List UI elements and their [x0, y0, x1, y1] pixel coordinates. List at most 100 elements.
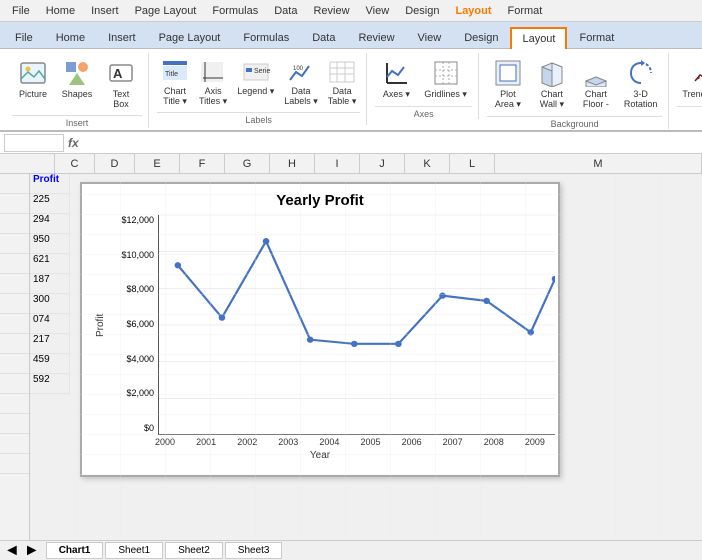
cell-621[interactable]: 621: [30, 254, 70, 274]
cell-225[interactable]: 225: [30, 194, 70, 214]
cell-300[interactable]: 300: [30, 294, 70, 314]
menu-page-layout[interactable]: Page Layout: [127, 3, 205, 19]
menu-format[interactable]: Format: [500, 3, 551, 19]
cell-592[interactable]: 592: [30, 374, 70, 394]
tab-layout[interactable]: Layout: [510, 27, 567, 49]
button-chart-title[interactable]: Title ChartTitle ▾: [157, 55, 193, 110]
row-header-8: [0, 314, 29, 334]
menu-design[interactable]: Design: [397, 3, 447, 19]
button-data-labels[interactable]: 100 DataLabels ▾: [280, 55, 322, 110]
trendline-icon: [690, 57, 702, 89]
row-header-11: [0, 374, 29, 394]
ribbon-group-labels: Title ChartTitle ▾ AxisTitles ▾ Series L…: [151, 53, 367, 125]
col-header-l: L: [450, 154, 495, 173]
tab-home[interactable]: Home: [45, 27, 96, 48]
sheet-body: Profit 225 294 950 621 187 300 074 217 4…: [0, 174, 702, 540]
cell-950[interactable]: 950: [30, 234, 70, 254]
menu-review[interactable]: Review: [305, 3, 357, 19]
button-3d-rotation[interactable]: 3-DRotation: [619, 53, 663, 113]
textbox-icon: A: [105, 57, 137, 89]
col-header-e: E: [135, 154, 180, 173]
button-data-table[interactable]: DataTable ▾: [324, 55, 361, 110]
dot-2002: [263, 238, 270, 244]
formula-bar: fx: [0, 132, 702, 154]
button-chart-floor[interactable]: ChartFloor -: [575, 53, 617, 113]
tab-format[interactable]: Format: [568, 27, 625, 48]
tab-review[interactable]: Review: [347, 27, 405, 48]
button-gridlines[interactable]: Gridlines ▾: [419, 53, 472, 104]
plot-area-label: PlotArea ▾: [495, 89, 521, 110]
menu-data[interactable]: Data: [266, 3, 305, 19]
button-legend[interactable]: Series Legend ▾: [233, 55, 278, 100]
picture-label: Picture: [19, 89, 47, 99]
button-axes[interactable]: Axes ▾: [375, 53, 417, 104]
button-axis-titles[interactable]: AxisTitles ▾: [195, 55, 231, 110]
scroll-tabs-right[interactable]: ►: [24, 542, 40, 560]
dot-2006: [439, 293, 446, 299]
menu-view[interactable]: View: [358, 3, 398, 19]
cell-217[interactable]: 217: [30, 334, 70, 354]
ribbon: File Home Insert Page Layout Formulas Da…: [0, 22, 702, 132]
button-shapes[interactable]: Shapes: [56, 53, 98, 103]
cell-459[interactable]: 459: [30, 354, 70, 374]
row-header-4: [0, 234, 29, 254]
x-label-2005: 2005: [360, 437, 380, 447]
tab-insert[interactable]: Insert: [97, 27, 147, 48]
cell-column-c: Profit 225 294 950 621 187 300 074 217 4…: [30, 174, 70, 394]
button-plot-area[interactable]: PlotArea ▾: [487, 53, 529, 114]
tab-design[interactable]: Design: [453, 27, 509, 48]
chart-container[interactable]: Yearly Profit Profit $12,000 $10,000 $8,…: [80, 182, 560, 477]
button-textbox[interactable]: A TextBox: [100, 53, 142, 113]
menu-file[interactable]: File: [4, 3, 38, 19]
tab-page-layout[interactable]: Page Layout: [148, 27, 232, 48]
scroll-tabs-left[interactable]: ◄: [4, 542, 20, 560]
tab-sheet1[interactable]: Sheet1: [105, 542, 163, 559]
dot-2005: [395, 341, 402, 347]
data-labels-label: DataLabels ▾: [284, 86, 318, 107]
formula-input[interactable]: [83, 137, 698, 149]
tab-formulas[interactable]: Formulas: [232, 27, 300, 48]
main-area: C D E F G H I J K L M: [0, 154, 702, 540]
dot-2000: [175, 262, 182, 268]
row-header-2: [0, 194, 29, 214]
dot-2009: [552, 276, 555, 282]
tab-chart1[interactable]: Chart1: [46, 542, 104, 559]
cell-074[interactable]: 074: [30, 314, 70, 334]
row-header-5: [0, 254, 29, 274]
chart-wall-icon: [536, 57, 568, 89]
ribbon-group-background: PlotArea ▾ ChartWall ▾ ChartFloor -: [481, 53, 670, 129]
tab-view[interactable]: View: [407, 27, 453, 48]
row-header-3: [0, 214, 29, 234]
col-header-i: I: [315, 154, 360, 173]
menu-home[interactable]: Home: [38, 3, 83, 19]
tab-data[interactable]: Data: [301, 27, 346, 48]
row-header-7: [0, 294, 29, 314]
dot-2001: [219, 315, 226, 321]
col-header-c: C: [55, 154, 95, 173]
cell-profit[interactable]: Profit: [30, 174, 70, 194]
data-table-icon: [328, 58, 356, 86]
button-chart-wall[interactable]: ChartWall ▾: [531, 53, 573, 114]
background-group-label: Background: [487, 116, 663, 129]
tab-sheet3[interactable]: Sheet3: [225, 542, 283, 559]
col-header-corner: [0, 154, 55, 173]
menu-insert[interactable]: Insert: [83, 3, 127, 19]
y-ticks: $12,000 $10,000 $8,000 $6,000 $4,000 $2,…: [113, 215, 158, 435]
tab-file[interactable]: File: [4, 27, 44, 48]
tab-sheet2[interactable]: Sheet2: [165, 542, 223, 559]
button-trendline[interactable]: Trendlin... ▾: [677, 53, 702, 104]
picture-icon: [17, 57, 49, 89]
row-header-13: [0, 414, 29, 434]
axes-icon: [380, 57, 412, 89]
ribbon-group-analysis: Trendlin... ▾: [671, 53, 702, 109]
button-picture[interactable]: Picture: [12, 53, 54, 103]
axes-group-label: Axes: [375, 106, 472, 119]
cell-294[interactable]: 294: [30, 214, 70, 234]
menu-formulas[interactable]: Formulas: [204, 3, 266, 19]
legend-label: Legend ▾: [237, 86, 274, 97]
name-box[interactable]: [4, 134, 64, 152]
menu-layout[interactable]: Layout: [447, 3, 499, 19]
axes-label: Axes ▾: [383, 89, 410, 100]
cell-187[interactable]: 187: [30, 274, 70, 294]
col-header-j: J: [360, 154, 405, 173]
